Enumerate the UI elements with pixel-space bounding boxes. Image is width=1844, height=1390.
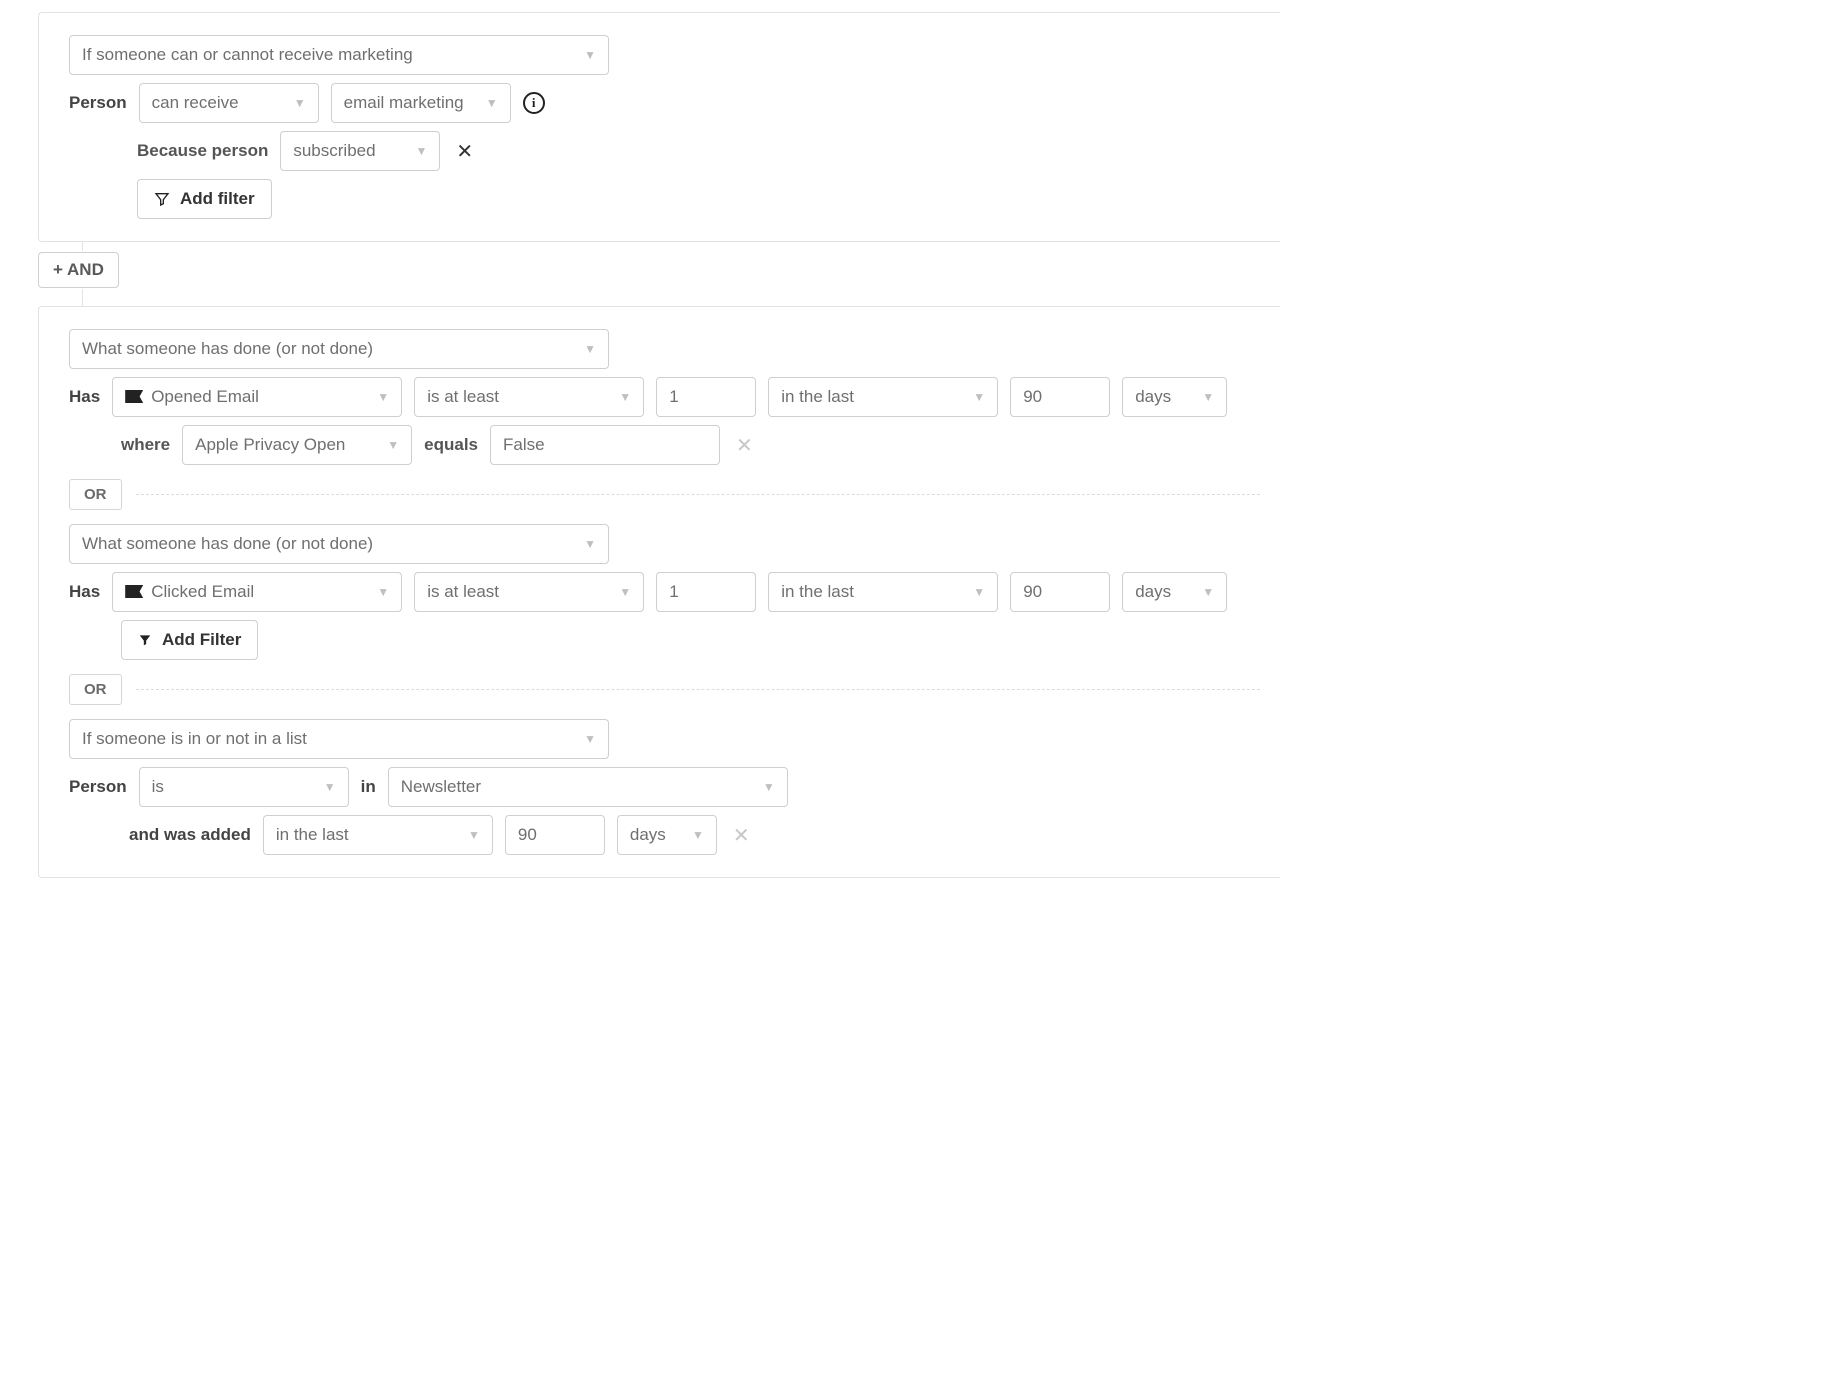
condition-card-marketing: If someone can or cannot receive marketi…: [38, 12, 1280, 242]
list-select[interactable]: Newsletter ▼: [388, 767, 788, 807]
range-value-input[interactable]: 90: [1010, 572, 1110, 612]
and-button[interactable]: + AND: [38, 252, 119, 288]
chevron-down-icon: ▼: [584, 732, 596, 746]
chevron-down-icon: ▼: [973, 585, 985, 599]
person-label: Person: [69, 777, 127, 797]
remove-icon[interactable]: ✕: [729, 823, 754, 848]
unit-select[interactable]: days ▼: [617, 815, 717, 855]
count-input[interactable]: 1: [656, 572, 756, 612]
condition-card-activity: What someone has done (or not done) ▼ Ha…: [38, 306, 1280, 878]
chevron-down-icon: ▼: [619, 390, 631, 404]
in-label: in: [361, 777, 376, 797]
chevron-down-icon: ▼: [324, 780, 336, 794]
equals-label: equals: [424, 435, 478, 455]
condition-type-select[interactable]: If someone is in or not in a list ▼: [69, 719, 609, 759]
has-label: Has: [69, 582, 100, 602]
chevron-down-icon: ▼: [387, 438, 399, 452]
flag-icon: [125, 390, 143, 403]
because-select[interactable]: subscribed ▼: [280, 131, 440, 171]
operator-select[interactable]: is at least ▼: [414, 572, 644, 612]
chevron-down-icon: ▼: [584, 342, 596, 356]
flag-icon: [125, 585, 143, 598]
remove-icon[interactable]: ✕: [452, 139, 477, 164]
chevron-down-icon: ▼: [415, 144, 427, 158]
chevron-down-icon: ▼: [377, 390, 389, 404]
or-button[interactable]: OR: [69, 674, 122, 705]
added-label: and was added: [129, 825, 251, 845]
can-receive-select[interactable]: can receive ▼: [139, 83, 319, 123]
channel-select[interactable]: email marketing ▼: [331, 83, 511, 123]
chevron-down-icon: ▼: [294, 96, 306, 110]
chevron-down-icon: ▼: [377, 585, 389, 599]
chevron-down-icon: ▼: [1202, 585, 1214, 599]
range-select[interactable]: in the last ▼: [263, 815, 493, 855]
range-select[interactable]: in the last ▼: [768, 377, 998, 417]
chevron-down-icon: ▼: [619, 585, 631, 599]
where-label: where: [121, 435, 170, 455]
metric-select[interactable]: Clicked Email ▼: [112, 572, 402, 612]
remove-icon[interactable]: ✕: [732, 433, 757, 458]
filter-icon: [154, 191, 170, 207]
chevron-down-icon: ▼: [468, 828, 480, 842]
condition-type-select[interactable]: What someone has done (or not done) ▼: [69, 329, 609, 369]
chevron-down-icon: ▼: [486, 96, 498, 110]
range-value-input[interactable]: 90: [1010, 377, 1110, 417]
because-label: Because person: [137, 141, 268, 161]
or-separator: OR: [69, 479, 1260, 510]
condition-type-select[interactable]: If someone can or cannot receive marketi…: [69, 35, 609, 75]
chevron-down-icon: ▼: [973, 390, 985, 404]
chevron-down-icon: ▼: [692, 828, 704, 842]
operator-select[interactable]: is at least ▼: [414, 377, 644, 417]
condition-type-select[interactable]: What someone has done (or not done) ▼: [69, 524, 609, 564]
chevron-down-icon: ▼: [763, 780, 775, 794]
add-filter-button[interactable]: Add Filter: [121, 620, 258, 660]
metric-select[interactable]: Opened Email ▼: [112, 377, 402, 417]
or-separator: OR: [69, 674, 1260, 705]
chevron-down-icon: ▼: [584, 537, 596, 551]
count-input[interactable]: 1: [656, 377, 756, 417]
unit-select[interactable]: days ▼: [1122, 572, 1227, 612]
or-button[interactable]: OR: [69, 479, 122, 510]
and-connector: + AND: [38, 242, 1280, 306]
is-select[interactable]: is ▼: [139, 767, 349, 807]
has-label: Has: [69, 387, 100, 407]
condition-type-label: If someone can or cannot receive marketi…: [82, 45, 413, 65]
range-select[interactable]: in the last ▼: [768, 572, 998, 612]
chevron-down-icon: ▼: [584, 48, 596, 62]
chevron-down-icon: ▼: [1202, 390, 1214, 404]
property-value-input[interactable]: False: [490, 425, 720, 465]
person-label: Person: [69, 93, 127, 113]
range-value-input[interactable]: 90: [505, 815, 605, 855]
unit-select[interactable]: days ▼: [1122, 377, 1227, 417]
add-filter-button[interactable]: Add filter: [137, 179, 272, 219]
info-icon[interactable]: i: [523, 92, 545, 114]
filter-icon: [138, 633, 152, 647]
property-select[interactable]: Apple Privacy Open ▼: [182, 425, 412, 465]
